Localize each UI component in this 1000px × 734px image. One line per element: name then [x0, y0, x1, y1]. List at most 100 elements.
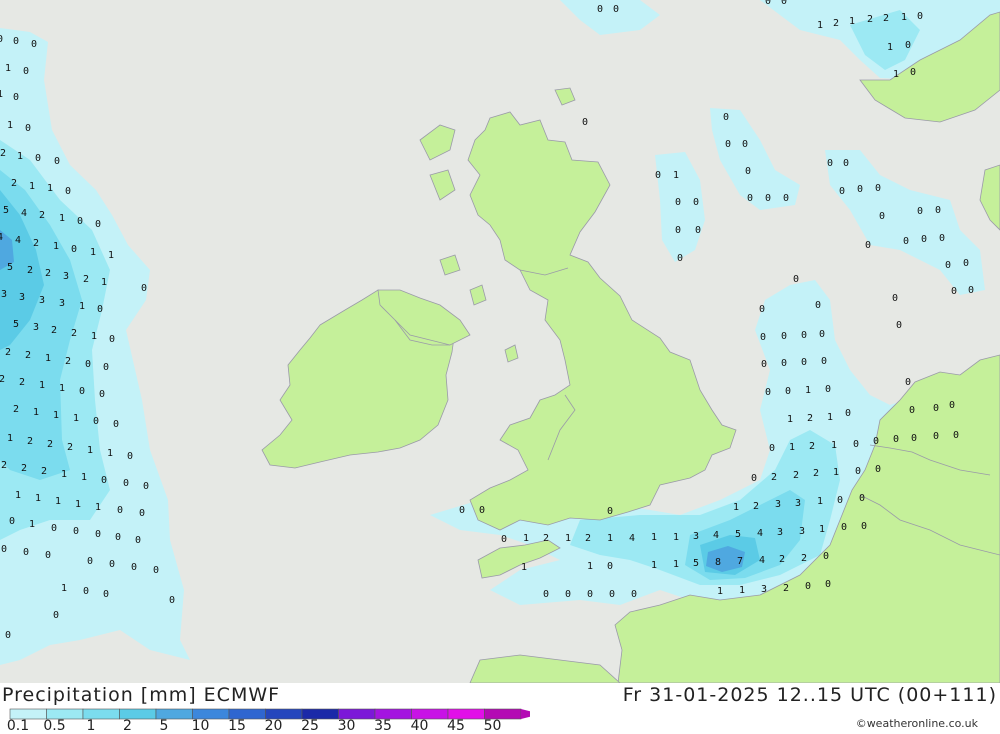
- precip-value-label: 1: [717, 586, 723, 597]
- credit-link[interactable]: ©weatheronline.co.uk: [856, 717, 978, 730]
- precip-value-label: 2: [0, 374, 5, 385]
- precip-value-label: 0: [13, 92, 19, 103]
- precip-value-label: 1: [789, 442, 795, 453]
- precip-value-label: 0: [968, 285, 974, 296]
- precip-value-label: 1: [819, 524, 825, 535]
- precip-value-label: 0: [77, 216, 83, 227]
- precip-value-label: 1: [673, 170, 679, 181]
- precip-value-label: 5: [693, 558, 699, 569]
- precip-value-label: 1: [81, 472, 87, 483]
- precip-value-label: 2: [1, 460, 7, 471]
- precip-value-label: 2: [51, 325, 57, 336]
- weather-map-page: 0001010102100211054210044210115223210333…: [0, 0, 1000, 734]
- precip-value-label: 0: [459, 505, 465, 516]
- precip-value-label: 0: [723, 112, 729, 123]
- precip-value-label: 0: [742, 139, 748, 150]
- precip-value-label: 1: [91, 331, 97, 342]
- precip-value-label: 5: [3, 205, 9, 216]
- precip-value-label: 0: [695, 225, 701, 236]
- precip-value-label: 2: [809, 441, 815, 452]
- precip-value-label: 2: [25, 350, 31, 361]
- precip-value-label: 0: [837, 495, 843, 506]
- precip-value-label: 3: [775, 499, 781, 510]
- precip-value-label: 0: [935, 205, 941, 216]
- precip-value-label: 2: [0, 148, 6, 159]
- precip-value-label: 2: [33, 238, 39, 249]
- precip-value-label: 0: [801, 330, 807, 341]
- precip-value-label: 0: [953, 430, 959, 441]
- precip-value-label: 0: [23, 547, 29, 558]
- precip-value-label: 0: [73, 526, 79, 537]
- precip-value-label: 0: [117, 505, 123, 516]
- precip-value-label: 0: [93, 416, 99, 427]
- precip-value-label: 0: [582, 117, 588, 128]
- precip-value-label: 1: [901, 12, 907, 23]
- precip-value-label: 8: [715, 557, 721, 568]
- precip-value-label: 5: [13, 319, 19, 330]
- precip-value-label: 1: [35, 493, 41, 504]
- legend-tick-label: 25: [301, 718, 319, 734]
- precip-value-label: 2: [771, 472, 777, 483]
- precip-value-label: 0: [751, 473, 757, 484]
- precip-value-label: 0: [115, 532, 121, 543]
- precip-value-label: 1: [673, 532, 679, 543]
- precip-value-label: 0: [825, 579, 831, 590]
- precip-value-label: 4: [759, 555, 765, 566]
- precip-value-label: 0: [109, 334, 115, 345]
- precip-value-label: 0: [53, 610, 59, 621]
- precip-value-label: 1: [733, 502, 739, 513]
- precip-value-label: 1: [607, 533, 613, 544]
- precip-value-label: 0: [765, 387, 771, 398]
- precip-value-label: 0: [781, 331, 787, 342]
- precip-value-label: 2: [779, 554, 785, 565]
- precip-value-label: 3: [33, 322, 39, 333]
- precip-value-label: 0: [597, 4, 603, 15]
- precip-value-label: 1: [7, 433, 13, 444]
- precip-value-label: 1: [75, 499, 81, 510]
- precip-value-label: 1: [523, 533, 529, 544]
- precip-value-label: 1: [101, 277, 107, 288]
- precip-value-label: 0: [760, 332, 766, 343]
- precip-value-label: 4: [0, 232, 3, 243]
- precip-value-label: 0: [141, 283, 147, 294]
- precip-value-label: 1: [651, 532, 657, 543]
- precip-value-label: 7: [737, 556, 743, 567]
- precip-value-label: 0: [963, 258, 969, 269]
- precip-value-label: 0: [95, 529, 101, 540]
- precip-value-label: 0: [917, 206, 923, 217]
- legend-tick-label: 45: [447, 718, 465, 734]
- precip-value-label: 0: [949, 400, 955, 411]
- precip-value-label: 4: [757, 528, 763, 539]
- precip-value-label: 0: [675, 197, 681, 208]
- color-scale-ticks: 0.1 0.5 1 2 5 10 15 20 25 30 35 40 45 50: [0, 718, 520, 734]
- precip-value-label: 0: [45, 550, 51, 561]
- legend-tick-label: 5: [159, 718, 169, 734]
- precip-value-label: 0: [135, 535, 141, 546]
- precip-value-label: 1: [55, 496, 61, 507]
- precip-value-label: 4: [713, 530, 719, 541]
- precip-value-label: 0: [83, 586, 89, 597]
- precip-value-label: 0: [933, 431, 939, 442]
- precip-value-label: 0: [97, 304, 103, 315]
- precip-value-label: 0: [745, 166, 751, 177]
- precip-value-label: 1: [0, 89, 3, 100]
- precip-value-label: 0: [875, 464, 881, 475]
- precip-value-label: 0: [801, 357, 807, 368]
- legend-tick-label: 15: [228, 718, 246, 734]
- precip-value-label: 0: [54, 156, 60, 167]
- precip-value-label: 0: [113, 419, 119, 430]
- precip-value-label: 0: [35, 153, 41, 164]
- precip-value-label: 0: [655, 170, 661, 181]
- precip-value-label: 0: [31, 39, 37, 50]
- precip-value-label: 0: [13, 36, 19, 47]
- precip-value-label: 1: [817, 496, 823, 507]
- precip-value-label: 1: [587, 561, 593, 572]
- precip-value-label: 1: [53, 410, 59, 421]
- precip-value-label: 1: [651, 560, 657, 571]
- legend-tick-label: 20: [264, 718, 283, 734]
- precip-value-label: 0: [945, 260, 951, 271]
- precip-value-label: 1: [45, 353, 51, 364]
- precip-value-label: 1: [887, 42, 893, 53]
- map-title: Precipitation [mm] ECMWF: [2, 684, 281, 706]
- precip-value-label: 0: [95, 219, 101, 230]
